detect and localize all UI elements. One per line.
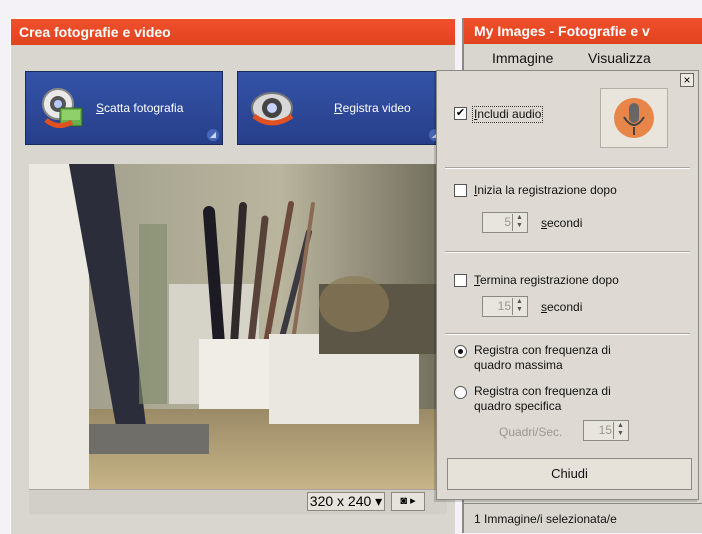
close-button[interactable]: Chiudi (447, 458, 692, 490)
expand-corner-icon[interactable]: ◢ (207, 129, 219, 141)
status-bar: 1 Immagine/i selezionata/e (464, 503, 702, 534)
close-icon[interactable]: × (680, 73, 694, 87)
end-delay-label: Termina registrazione dopo (474, 273, 619, 287)
end-delay-unit: secondi (541, 300, 583, 314)
microphone-icon (614, 98, 654, 138)
fps-label: Quadri/Sec. (499, 425, 563, 439)
capture-window-title: Crea fotografie e video (11, 19, 455, 45)
selection-status: 1 Immagine/i selezionata/e (474, 512, 617, 526)
specific-frame-rate-radio[interactable] (454, 386, 467, 399)
chevron-right-icon: ▸ (410, 495, 416, 507)
chevron-down-icon: ▾ (375, 493, 383, 509)
record-video-button[interactable]: Registra video ◢ (237, 71, 445, 145)
menu-item-visualizza[interactable]: Visualizza (588, 50, 651, 66)
start-delay-checkbox[interactable] (454, 184, 467, 197)
max-frame-rate-radio[interactable] (454, 345, 467, 358)
stepper-arrows-icon[interactable]: ▲ ▼ (512, 214, 526, 231)
my-images-window-title: My Images - Fotografie e v (464, 18, 702, 44)
preview-toolbar: 320 x 240 ▾ ◙ ▸ (29, 489, 447, 514)
specific-frame-rate-label: Registra con frequenza di quadro specific… (474, 384, 611, 413)
separator (445, 333, 690, 335)
menu-bar: Immagine Visualizza (464, 46, 702, 70)
webcam-video-icon (251, 92, 294, 126)
menu-item-immagine[interactable]: Immagine (492, 50, 553, 66)
take-photo-button[interactable]: Scatta fotografia ◢ (25, 71, 223, 145)
include-audio-label: Includi audio (472, 106, 544, 123)
capture-window: Crea fotografie e video Scatta fotografi… (10, 18, 455, 534)
separator (445, 167, 690, 169)
microphone-button[interactable] (600, 88, 668, 148)
separator (445, 251, 690, 253)
end-delay-value: 15 (497, 299, 511, 313)
fps-stepper[interactable]: 15 ▲ ▼ (583, 420, 629, 441)
camera-preview-image (29, 164, 447, 489)
end-delay-stepper[interactable]: 15 ▲ ▼ (482, 296, 528, 317)
max-frame-rate-label: Registra con frequenza di quadro massima (474, 343, 611, 372)
stepper-arrows-icon[interactable]: ▲ ▼ (512, 298, 526, 315)
fps-value: 15 (598, 423, 612, 437)
stepper-arrows-icon[interactable]: ▲ ▼ (613, 422, 627, 439)
camera-icon: ◙ (400, 495, 408, 507)
webcam-photo-icon (42, 88, 83, 128)
record-video-label: Registra video (334, 101, 411, 115)
take-photo-label: Scatta fotografia (96, 101, 184, 115)
camera-menu-button[interactable]: ◙ ▸ (391, 492, 425, 511)
end-delay-checkbox[interactable] (454, 274, 467, 287)
camera-preview (29, 164, 447, 489)
start-delay-stepper[interactable]: 5 ▲ ▼ (482, 212, 528, 233)
recording-options-panel: × ✔ Includi audio Inizia la registrazion… (436, 70, 699, 500)
start-delay-value: 5 (504, 215, 511, 229)
start-delay-unit: secondi (541, 216, 583, 230)
resolution-dropdown[interactable]: 320 x 240 ▾ (307, 492, 385, 511)
include-audio-checkbox[interactable]: ✔ (454, 107, 467, 120)
start-delay-label: Inizia la registrazione dopo (474, 183, 617, 197)
